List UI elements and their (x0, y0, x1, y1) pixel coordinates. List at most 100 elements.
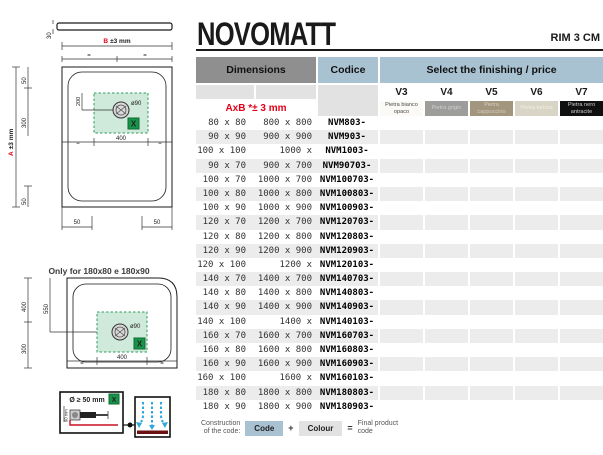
dim-cm: 160 x 100 (196, 371, 254, 385)
table-row: 120 x 701200 x 700NVM120703- (196, 215, 603, 229)
plus-sign: + (288, 423, 293, 433)
price-table: Dimensions Codice Select the finishing /… (196, 57, 603, 415)
product-code: NVM120903- (316, 244, 378, 258)
dim-mm: 1000 x 900 (254, 201, 316, 215)
dim-cm: 100 x 80 (196, 187, 254, 201)
finish-version-v3: V3 (380, 85, 423, 99)
product-code: NVM180803- (316, 386, 378, 400)
product-code: NVM160803- (316, 343, 378, 357)
price-cell-v5 (470, 144, 513, 158)
price-cell-v4 (425, 130, 468, 144)
table-row: 90 x 90900 x 900NVM903- (196, 130, 603, 144)
table-row: 100 x 701000 x 700NVM100703- (196, 173, 603, 187)
price-cell-v7 (560, 357, 603, 371)
code-box: Code (245, 421, 283, 436)
codice-header: Codice (318, 57, 378, 83)
price-cell-v6 (515, 230, 558, 244)
price-cell-v6 (515, 258, 558, 272)
dim-cm: 100 x 90 (196, 201, 254, 215)
price-cell-v3 (380, 116, 423, 130)
equal-mark: = (87, 53, 91, 59)
price-cell-v5 (470, 400, 513, 414)
price-cell-v6 (515, 187, 558, 201)
equal-mark: = (143, 53, 147, 59)
profile-thickness-label: 30 (47, 32, 53, 39)
price-cell-v4 (425, 343, 468, 357)
price-cell-v3 (380, 272, 423, 286)
dim-cm: 80 x 80 (196, 116, 254, 130)
empty-subheader-mm (256, 85, 316, 99)
x-marker-label: X (137, 340, 143, 349)
price-cell-v4 (425, 215, 468, 229)
installation-drawing: Ø ≥ 50 mm X 90 mm (50, 388, 180, 444)
price-cell-v6 (515, 144, 558, 158)
dim-b-label: B±3 mm (103, 38, 130, 45)
price-cell-v4 (425, 300, 468, 314)
d2-top-label: 400 (22, 301, 28, 312)
dimensions-note: AxB *± 3 mm (196, 101, 316, 116)
table-body: 80 x 80800 x 800NVM803-90 x 90900 x 900N… (196, 116, 603, 414)
product-code: NVM903- (316, 130, 378, 144)
finish-version-v5: V5 (470, 85, 513, 99)
price-cell-v7 (560, 159, 603, 173)
price-cell-v6 (515, 272, 558, 286)
price-cell-v6 (515, 215, 558, 229)
table-row: 100 x 901000 x 900NVM100903- (196, 201, 603, 215)
product-code: NVM120803- (316, 230, 378, 244)
finish-name-v4: Pietra grigio (425, 101, 468, 116)
dim-mm: 900 x 700 (254, 159, 316, 173)
finish-name-row: Pietra bianco opacoPietra grigioPietra c… (380, 101, 603, 116)
price-cell-v7 (560, 386, 603, 400)
dim-cm: 160 x 70 (196, 329, 254, 343)
price-cell-v5 (470, 300, 513, 314)
bottom-left-offset-label: 50 (22, 198, 28, 205)
price-cell-v4 (425, 116, 468, 130)
price-cell-v7 (560, 130, 603, 144)
price-cell-v6 (515, 371, 558, 385)
price-cell-v5 (470, 215, 513, 229)
product-code: NVM100703- (316, 173, 378, 187)
table-row: 180 x 901800 x 900NVM180903- (196, 400, 603, 414)
price-cell-v3 (380, 400, 423, 414)
dim-cm: 90 x 70 (196, 159, 254, 173)
dim-cm: 180 x 80 (196, 386, 254, 400)
price-cell-v6 (515, 400, 558, 414)
table-row: 160 x 801600 x 800NVM160803- (196, 343, 603, 357)
finishing-header: Select the finishing / price (380, 57, 603, 83)
price-cell-v3 (380, 187, 423, 201)
dim-mm: 1400 x 800 (254, 286, 316, 300)
price-cell-v4 (425, 187, 468, 201)
dim-cm: 90 x 90 (196, 130, 254, 144)
price-cell-v7 (560, 201, 603, 215)
drain-diameter-label: ø90 (131, 101, 142, 107)
result-line2: code (358, 428, 373, 435)
dimensions-header: Dimensions (196, 57, 316, 83)
corner-offset-right-label: 50 (154, 220, 161, 226)
price-cell-v5 (470, 371, 513, 385)
dim-mm: 1200 x 1000 (254, 258, 316, 272)
price-cell-v6 (515, 315, 558, 329)
dim-mm: 1400 x 900 (254, 300, 316, 314)
construction-label: Construction of the code: (201, 420, 240, 437)
dim-mm: 1600 x 800 (254, 343, 316, 357)
price-cell-v5 (470, 343, 513, 357)
price-cell-v3 (380, 130, 423, 144)
price-cell-v3 (380, 371, 423, 385)
x-marker-label: X (112, 397, 117, 404)
price-cell-v6 (515, 244, 558, 258)
finish-name-v7: Pietra nero antracite (560, 101, 603, 116)
price-cell-v6 (515, 173, 558, 187)
dim-mm: 1200 x 700 (254, 215, 316, 229)
price-cell-v4 (425, 201, 468, 215)
dim-cm: 160 x 90 (196, 357, 254, 371)
price-cell-v7 (560, 329, 603, 343)
empty-subheader-code (318, 85, 378, 116)
price-cell-v5 (470, 130, 513, 144)
price-cell-v4 (425, 286, 468, 300)
price-cell-v3 (380, 343, 423, 357)
finish-version-v4: V4 (425, 85, 468, 99)
product-code: NVM803- (316, 116, 378, 130)
page-title: NOVOMATT (197, 16, 335, 53)
price-cell-v3 (380, 300, 423, 314)
dim-cm: 120 x 80 (196, 230, 254, 244)
